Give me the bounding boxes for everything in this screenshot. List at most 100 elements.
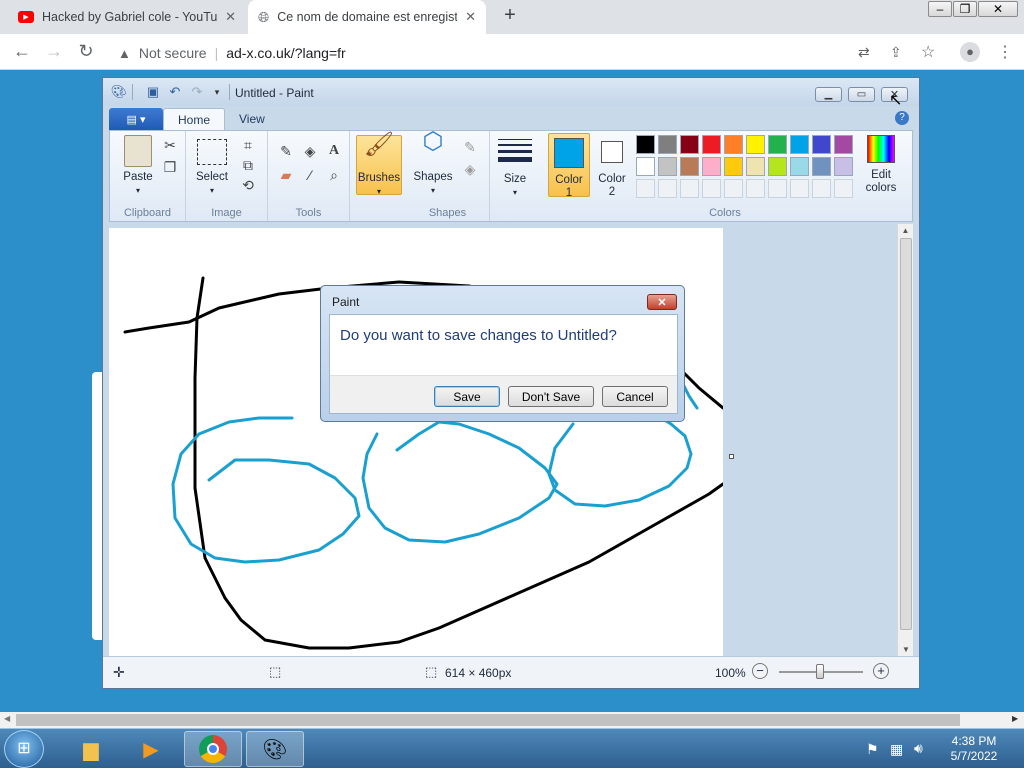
paste-button[interactable]: Paste ▾: [116, 135, 160, 197]
action-center-icon[interactable]: ⚑: [866, 741, 879, 758]
page-scroll-thumb[interactable]: [16, 714, 960, 726]
palette-color-swatch[interactable]: [658, 135, 677, 154]
close-window-button[interactable]: ✕: [978, 1, 1018, 17]
vertical-scrollbar[interactable]: ▲ ▼: [897, 224, 913, 656]
taskbar-paint[interactable]: 🎨︎: [246, 731, 304, 767]
palette-color-swatch[interactable]: [790, 157, 809, 176]
cut-icon[interactable]: ✂: [160, 135, 180, 155]
tab-view[interactable]: View: [225, 108, 279, 130]
palette-custom-slot[interactable]: [746, 179, 765, 198]
scroll-left-icon[interactable]: ◀: [4, 714, 10, 723]
dont-save-button[interactable]: Don't Save: [508, 386, 594, 407]
palette-custom-slot[interactable]: [724, 179, 743, 198]
palette-custom-slot[interactable]: [812, 179, 831, 198]
forward-arrow-icon[interactable]: →: [38, 36, 70, 68]
paint-minimize-button[interactable]: ▁: [815, 87, 842, 102]
color2-button[interactable]: Color 2: [592, 133, 632, 198]
paint-menu-button[interactable]: ▤ ▾: [109, 108, 163, 130]
reload-icon[interactable]: ↻: [70, 36, 102, 68]
palette-color-swatch[interactable]: [834, 157, 853, 176]
resize-icon[interactable]: ⧉: [238, 155, 258, 175]
save-button[interactable]: Save: [434, 386, 500, 407]
translate-icon[interactable]: ⇄: [858, 44, 870, 61]
copy-icon[interactable]: ❐: [160, 157, 180, 177]
zoom-in-button[interactable]: +: [873, 663, 889, 679]
palette-color-swatch[interactable]: [702, 135, 721, 154]
edit-colors-button[interactable]: Edit colors: [858, 135, 904, 195]
paint-app-icon[interactable]: 🎨︎: [111, 84, 128, 100]
palette-custom-slot[interactable]: [790, 179, 809, 198]
palette-color-swatch[interactable]: [812, 157, 831, 176]
palette-color-swatch[interactable]: [834, 135, 853, 154]
star-icon[interactable]: ☆: [921, 42, 935, 62]
start-button[interactable]: ⊞: [4, 730, 44, 768]
cancel-button[interactable]: Cancel: [602, 386, 668, 407]
back-arrow-icon[interactable]: ←: [6, 36, 38, 68]
tab-close-icon[interactable]: ✕: [225, 9, 236, 25]
shapes-button[interactable]: ⬡ Shapes ▾: [412, 130, 454, 197]
palette-custom-slot[interactable]: [702, 179, 721, 198]
scroll-up-icon[interactable]: ▲: [898, 226, 913, 235]
palette-color-swatch[interactable]: [790, 135, 809, 154]
palette-color-swatch[interactable]: [636, 135, 655, 154]
zoom-slider-thumb[interactable]: [816, 664, 824, 679]
palette-color-swatch[interactable]: [746, 157, 765, 176]
pencil-icon[interactable]: ✎: [276, 141, 296, 161]
customize-qat-icon[interactable]: ▾: [209, 84, 225, 100]
address-bar[interactable]: ▲ Not secure | ad-x.co.uk/?lang=fr: [108, 39, 854, 67]
fill-icon[interactable]: ◈: [300, 141, 320, 161]
magnifier-icon[interactable]: ⌕: [324, 165, 344, 185]
zoom-out-button[interactable]: −: [752, 663, 768, 679]
fill-shape-icon[interactable]: ◈: [460, 159, 480, 179]
palette-color-swatch[interactable]: [636, 157, 655, 176]
crop-icon[interactable]: ⌗: [238, 135, 258, 155]
color1-button[interactable]: Color 1: [548, 133, 590, 199]
volume-icon[interactable]: 🔊︎: [914, 740, 923, 757]
help-icon[interactable]: ?: [895, 111, 909, 125]
tab-youtube[interactable]: ▶ Hacked by Gabriel cole - YouTube ✕: [8, 0, 246, 34]
palette-color-swatch[interactable]: [658, 157, 677, 176]
tab-domain[interactable]: 🌐︎ Ce nom de domaine est enregistré ✕: [248, 0, 486, 34]
palette-color-swatch[interactable]: [746, 135, 765, 154]
save-icon[interactable]: ▣: [145, 84, 161, 100]
palette-color-swatch[interactable]: [724, 135, 743, 154]
select-button[interactable]: Select ▾: [192, 135, 232, 197]
network-icon[interactable]: ▦: [890, 741, 903, 758]
canvas-resize-handle[interactable]: [729, 454, 734, 459]
palette-custom-slot[interactable]: [834, 179, 853, 198]
palette-color-swatch[interactable]: [702, 157, 721, 176]
scroll-thumb[interactable]: [900, 238, 912, 630]
palette-color-swatch[interactable]: [768, 135, 787, 154]
palette-custom-slot[interactable]: [768, 179, 787, 198]
palette-custom-slot[interactable]: [680, 179, 699, 198]
palette-color-swatch[interactable]: [680, 157, 699, 176]
palette-color-swatch[interactable]: [768, 157, 787, 176]
color-picker-icon[interactable]: ⁄: [300, 165, 320, 185]
scroll-right-icon[interactable]: ▶: [1012, 714, 1018, 723]
redo-icon[interactable]: ↷: [189, 84, 205, 100]
restore-button[interactable]: ❐: [953, 1, 977, 17]
outline-icon[interactable]: ✎: [460, 137, 480, 157]
tab-home[interactable]: Home: [163, 108, 226, 130]
scroll-down-icon[interactable]: ▼: [898, 645, 914, 654]
share-icon[interactable]: ⇪: [890, 44, 902, 61]
brushes-button[interactable]: 🖌︎ Brushes ▾: [356, 133, 402, 196]
menu-kebab-icon[interactable]: ⋮: [997, 42, 1013, 62]
taskbar-chrome[interactable]: [184, 731, 242, 767]
system-clock[interactable]: 4:38 PM 5/7/2022: [940, 734, 1008, 764]
text-icon[interactable]: A: [324, 141, 344, 161]
paint-maximize-button[interactable]: ▭: [848, 87, 875, 102]
palette-custom-slot[interactable]: [636, 179, 655, 198]
tab-close-icon[interactable]: ✕: [465, 9, 476, 25]
taskbar-media-player[interactable]: ▶: [122, 731, 180, 767]
palette-color-swatch[interactable]: [724, 157, 743, 176]
palette-color-swatch[interactable]: [680, 135, 699, 154]
taskbar-explorer[interactable]: ▆: [62, 731, 120, 767]
minimize-button[interactable]: –: [928, 1, 952, 17]
eraser-icon[interactable]: ▰: [276, 165, 296, 185]
palette-custom-slot[interactable]: [658, 179, 677, 198]
palette-color-swatch[interactable]: [812, 135, 831, 154]
dialog-close-button[interactable]: ✕: [647, 294, 677, 310]
size-button[interactable]: Size ▾: [496, 135, 534, 199]
profile-icon[interactable]: ●: [960, 42, 980, 62]
